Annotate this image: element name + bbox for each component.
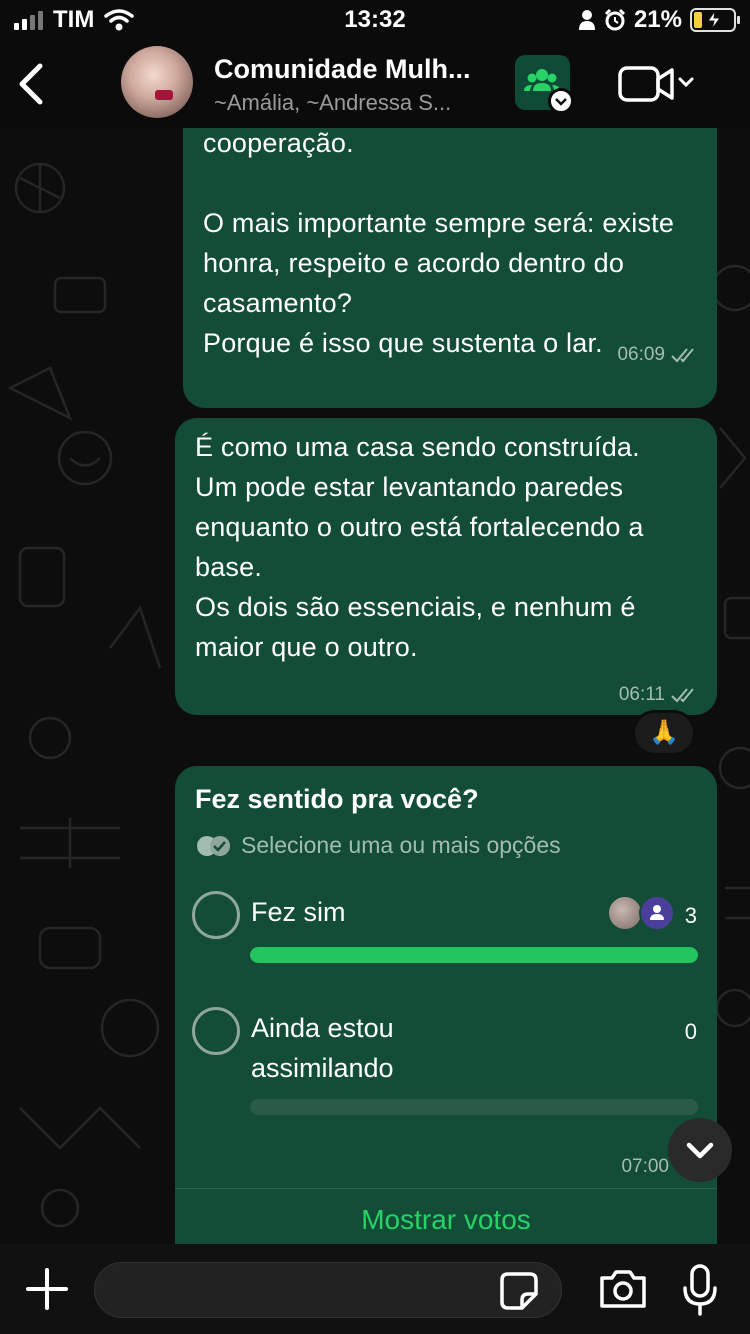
camera-icon[interactable] [598, 1268, 648, 1310]
double-check-icon [671, 688, 694, 703]
poll-hint: Selecione uma ou mais opções [195, 832, 561, 859]
message-meta: 06:09 [617, 344, 699, 366]
message-bubble[interactable]: É como uma casa sendo construída. Um pod… [175, 418, 717, 715]
poll-option-label[interactable]: Fez sim [251, 892, 346, 932]
person-icon [578, 10, 595, 30]
plus-icon[interactable] [26, 1268, 68, 1310]
poll-question: Fez sentido pra você? [195, 784, 479, 814]
poll-option-radio[interactable] [192, 891, 240, 939]
status-bar: TIM 13:32 21% [0, 0, 750, 40]
message-input[interactable] [94, 1262, 562, 1318]
chevron-down-icon [548, 88, 574, 114]
poll-time: 07:00 [621, 1156, 669, 1178]
video-call-button[interactable] [618, 64, 698, 104]
battery-charging-icon [690, 8, 740, 32]
message-text: cooperação. O mais importante sempre ser… [203, 128, 675, 358]
double-check-icon [671, 348, 694, 363]
message-time: 06:11 [618, 684, 665, 705]
double-check-circle-icon [197, 835, 230, 856]
message-meta: 06:11 [619, 684, 699, 706]
poll-option-count: 3 [684, 903, 697, 928]
chevron-left-icon[interactable] [14, 62, 48, 106]
poll-option-radio[interactable] [192, 1007, 240, 1055]
poll-bubble: Fez sentido pra você? Selecione uma ou m… [175, 766, 717, 1244]
message-time: 06:09 [617, 344, 665, 365]
video-call-icon [618, 66, 694, 102]
poll-option-bar [250, 1099, 698, 1115]
sticker-icon[interactable] [500, 1272, 538, 1310]
divider [175, 1188, 717, 1189]
chat-title[interactable]: Comunidade Mulh... [214, 54, 471, 85]
message-time: 07:00 [621, 1156, 669, 1177]
avatar [607, 895, 643, 931]
battery-percent: 21% [633, 6, 682, 33]
poll-hint-text: Selecione uma ou mais opções [241, 832, 561, 858]
show-votes-button[interactable]: Mostrar votos [175, 1204, 717, 1236]
poll-option-bar [250, 947, 698, 963]
message-bubble[interactable]: cooperação. O mais importante sempre ser… [183, 128, 717, 408]
message-text: É como uma casa sendo construída. Um pod… [195, 432, 644, 662]
alarm-icon [604, 9, 626, 31]
chevron-down-icon [686, 1142, 714, 1159]
chat-area[interactable]: cooperação. O mais importante sempre ser… [0, 128, 750, 1244]
message-reaction[interactable]: 🙏 [632, 710, 696, 756]
microphone-icon[interactable] [682, 1264, 718, 1316]
group-avatar[interactable] [121, 46, 193, 118]
poll-option-label[interactable]: Ainda estou assimilando [251, 1008, 394, 1088]
person-icon [650, 905, 664, 920]
scroll-down-button[interactable] [668, 1118, 732, 1182]
message-input-bar [0, 1244, 750, 1334]
avatar [639, 895, 675, 931]
chat-header: Comunidade Mulh... ~Amália, ~Andressa S.… [0, 40, 750, 128]
chat-subtitle[interactable]: ~Amália, ~Andressa S... [214, 90, 451, 116]
poll-option-count: 0 [684, 1019, 697, 1044]
